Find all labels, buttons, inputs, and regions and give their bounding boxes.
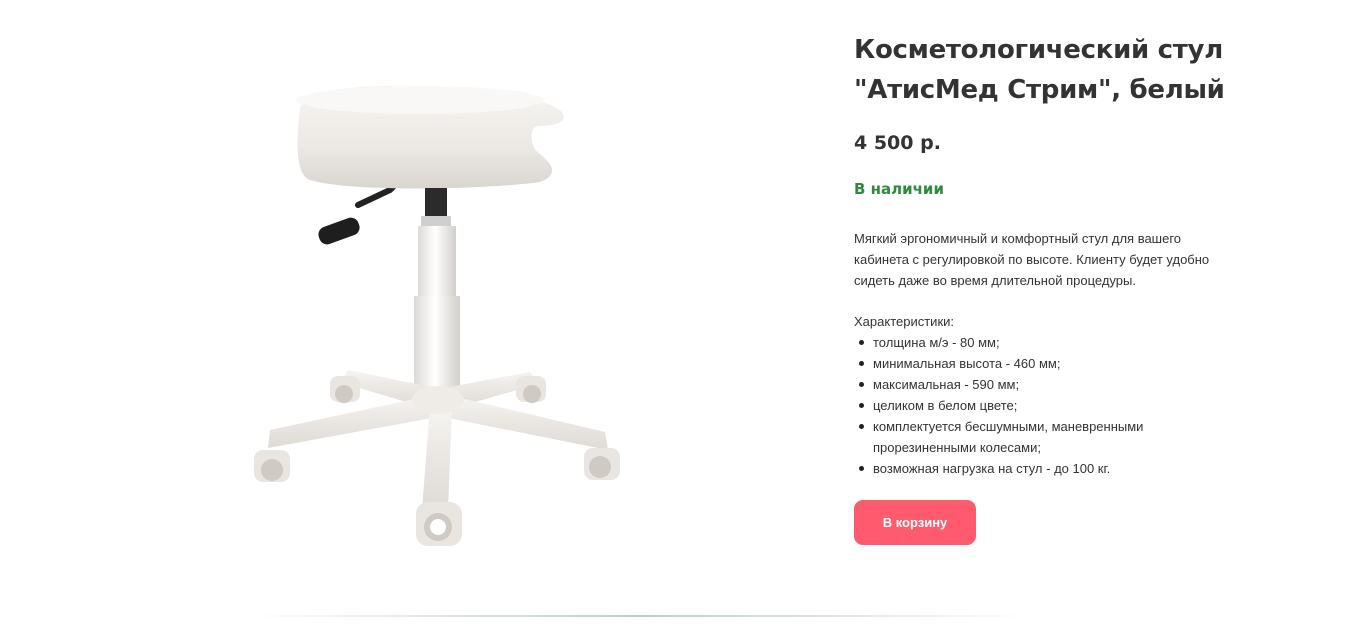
product-title: Косметологический стул "АтисМед Стрим", … bbox=[854, 30, 1254, 110]
specs-heading: Характеристики: bbox=[854, 314, 955, 329]
product-image bbox=[240, 70, 640, 560]
product-info: Косметологический стул "АтисМед Стрим", … bbox=[854, 30, 1254, 545]
stool-illustration bbox=[254, 85, 620, 546]
product-page: Косметологический стул "АтисМед Стрим", … bbox=[0, 0, 1370, 627]
product-title-line-2: "АтисМед Стрим", белый bbox=[854, 75, 1225, 105]
specs-list: толщина м/э - 80 мм; минимальная высота … bbox=[854, 332, 1173, 479]
spec-item: максимальная - 590 мм; bbox=[859, 374, 1173, 395]
wheel bbox=[516, 376, 546, 403]
wheel bbox=[254, 450, 290, 482]
product-description: Мягкий эргономичный и комфортный стул дл… bbox=[854, 231, 1210, 288]
wheel bbox=[584, 448, 620, 480]
availability-status: В наличии bbox=[854, 180, 944, 198]
add-to-cart-button[interactable]: В корзину bbox=[854, 500, 976, 545]
spec-item: возможная нагрузка на стул - до 100 кг. bbox=[859, 458, 1173, 479]
product-price: 4 500 р. bbox=[854, 132, 941, 154]
spec-item: минимальная высота - 460 мм; bbox=[859, 353, 1173, 374]
product-title-line-1: Косметологический стул bbox=[854, 35, 1223, 65]
spec-item: комплектуется бесшумными, маневренными п… bbox=[859, 416, 1173, 458]
section-divider bbox=[250, 615, 1030, 617]
wheel bbox=[330, 376, 360, 403]
spec-item: целиком в белом цвете; bbox=[859, 395, 1173, 416]
wheel bbox=[416, 502, 462, 546]
spec-item: толщина м/э - 80 мм; bbox=[859, 332, 1173, 353]
